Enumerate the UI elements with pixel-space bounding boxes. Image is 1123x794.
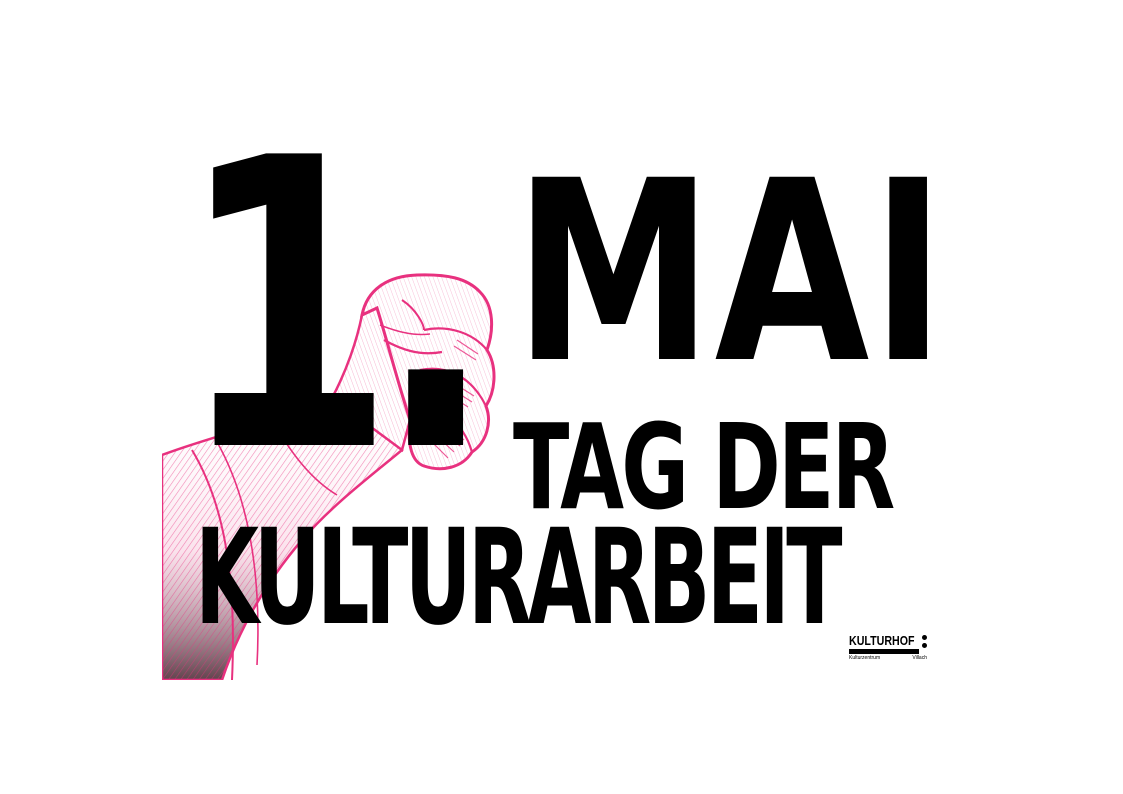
logo-sub-left: Kulturzentrum	[849, 655, 881, 661]
poster-subtitle-line2: KULTURARBEIT	[195, 501, 843, 655]
kulturhof-logo: KULTURHOF Kulturzentrum Villach	[849, 634, 939, 670]
date-number: 1.	[178, 75, 495, 540]
poster: 1. MAI TAG DER KULTURARBEIT KULTURHOF Ku…	[0, 0, 1123, 794]
logo-subline: Kulturzentrum Villach	[849, 656, 927, 661]
poster-title: MAI	[514, 127, 948, 418]
logo-name: KULTURHOF	[849, 633, 915, 648]
logo-dots-icon	[922, 635, 928, 653]
logo-bar	[849, 649, 919, 654]
logo-sub-right: Villach	[912, 655, 927, 661]
